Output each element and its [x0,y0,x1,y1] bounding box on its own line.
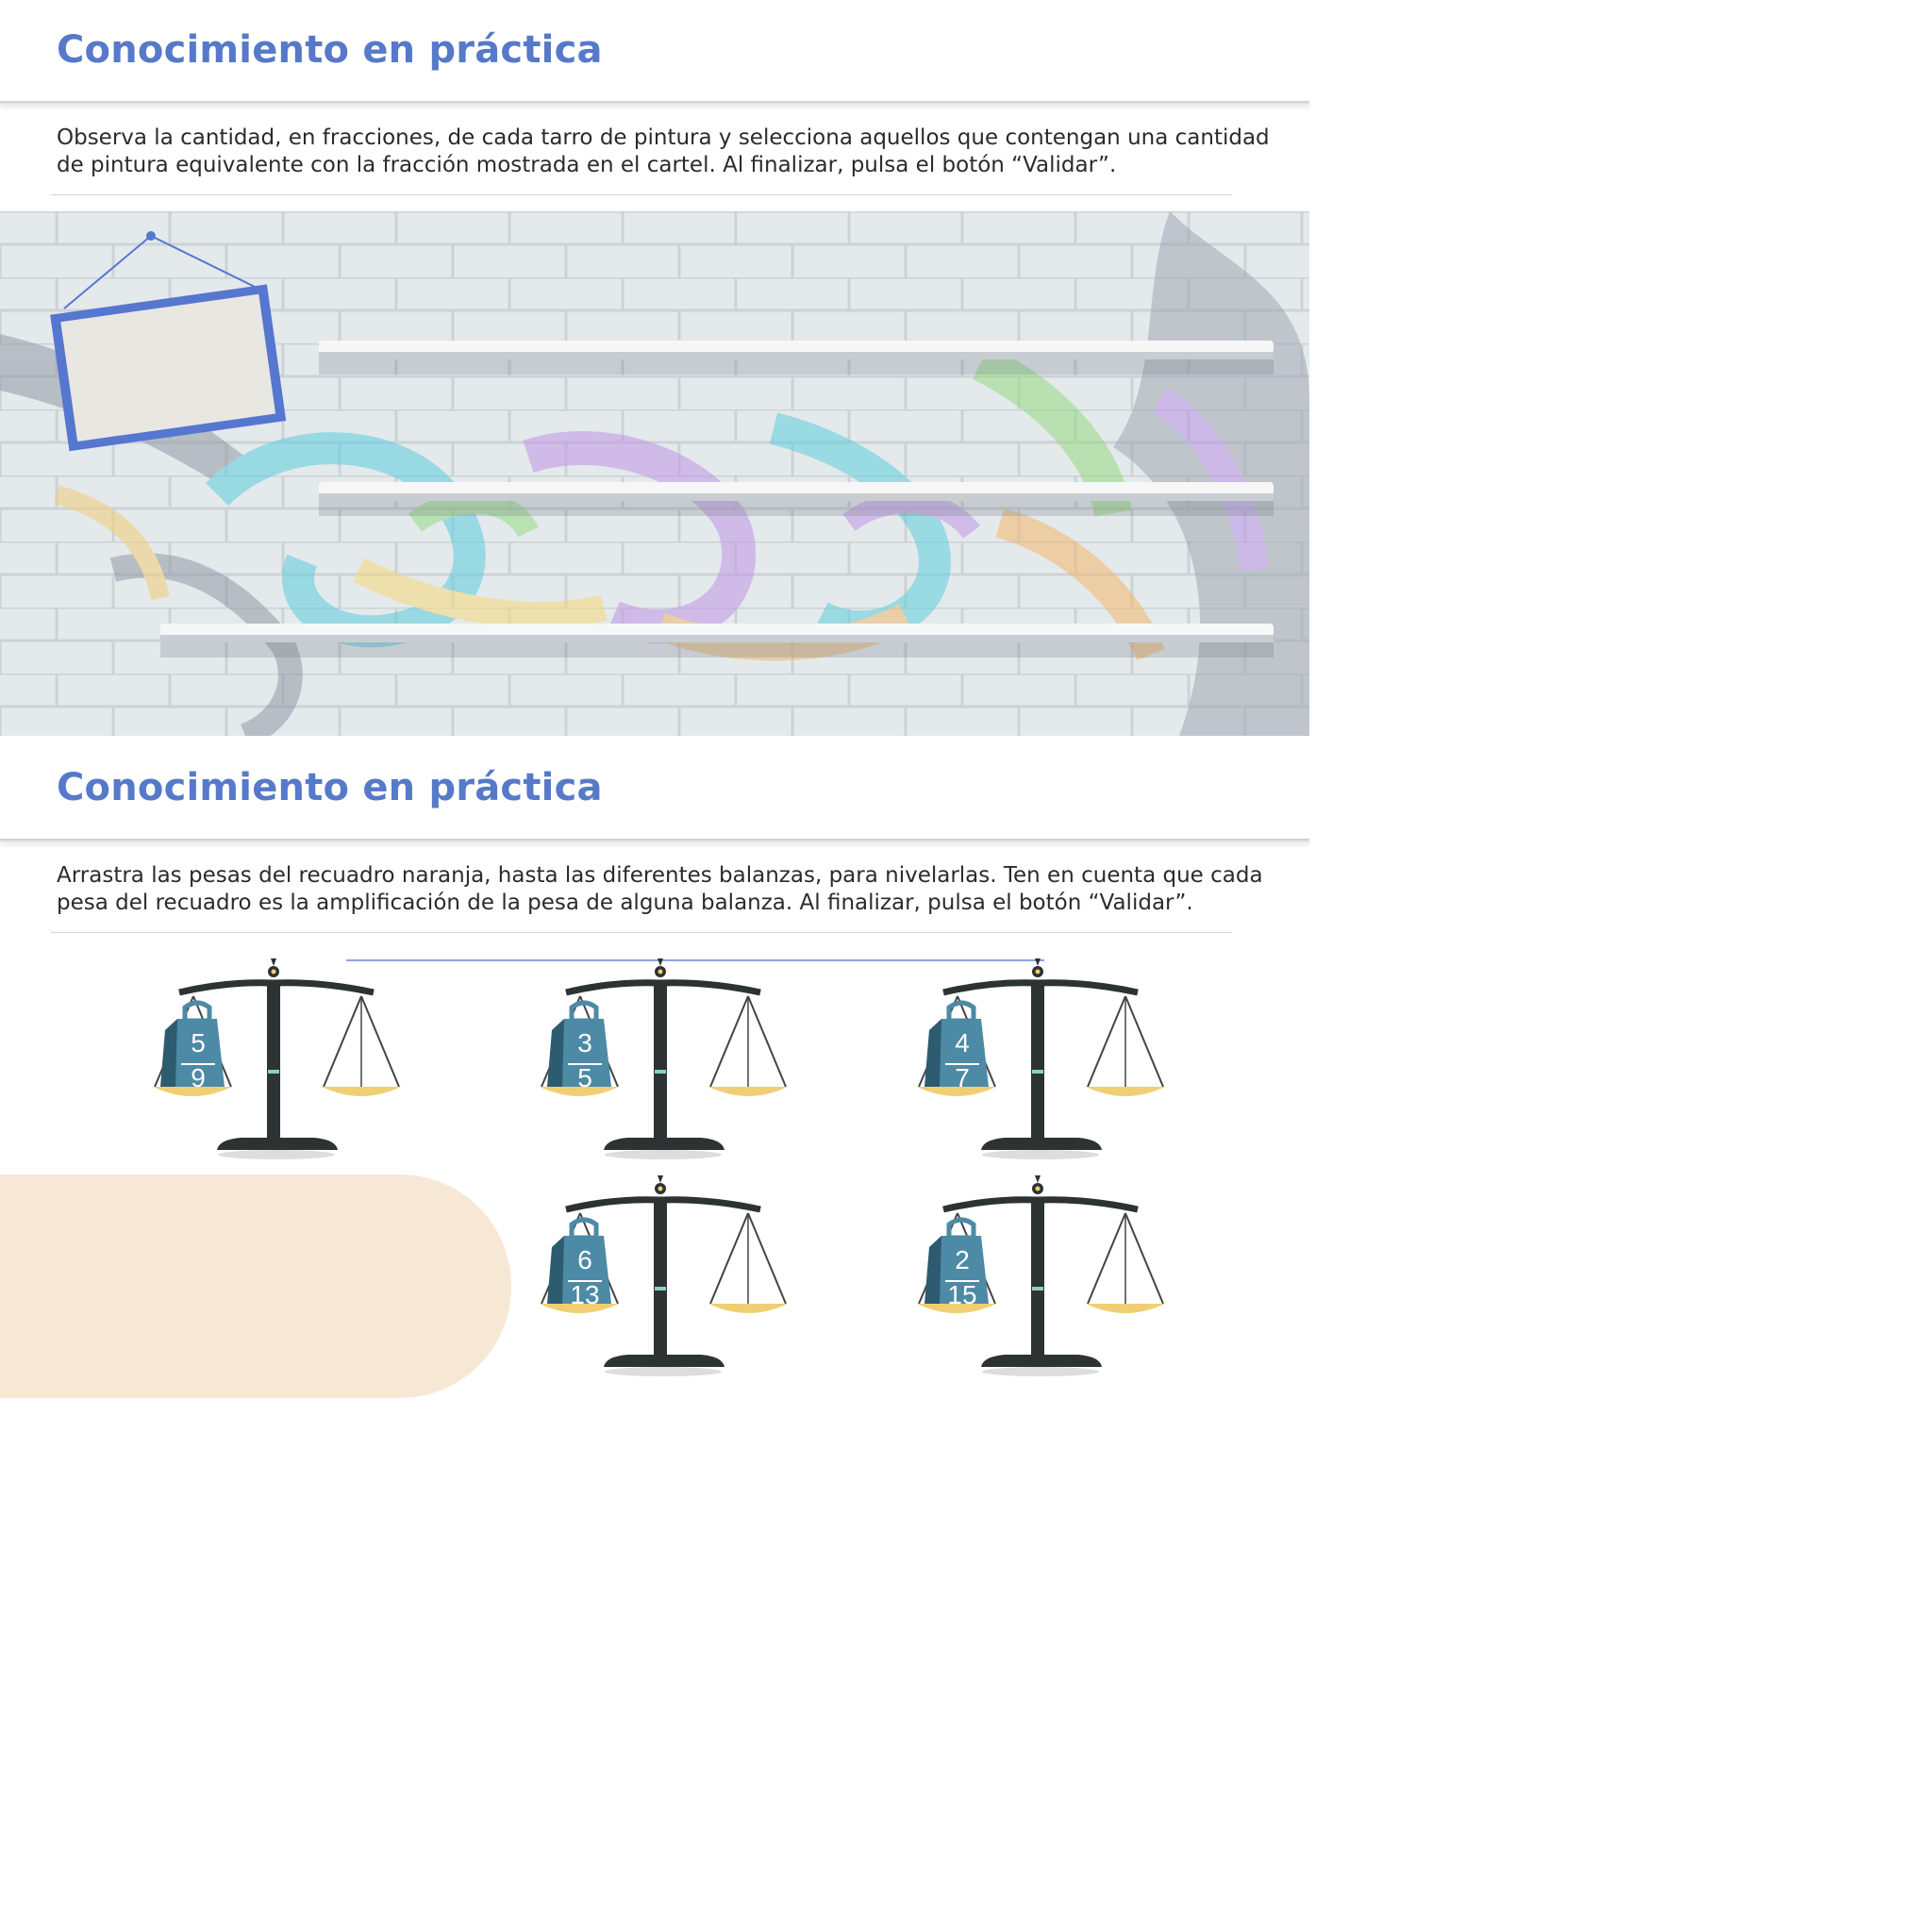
shelf-middle-board [319,482,1274,516]
shelf-bottom-board [160,624,1274,658]
shelf-top[interactable] [319,341,1274,382]
weight-denominator: 15 [947,1280,977,1309]
balance-scale[interactable]: 2 15 [915,1172,1170,1379]
weight-numerator: 4 [955,1028,970,1058]
weight-numerator: 2 [955,1245,970,1274]
balance-scale-graphic [917,958,1165,1159]
activity2-instructions: Arrastra las pesas del recuadro naranja,… [57,863,1263,915]
balance-scale-graphic [540,1175,788,1376]
activity1-title: Conocimiento en práctica [57,28,603,72]
graffiti-wall-scene [0,211,1309,736]
weight-numerator: 3 [577,1028,592,1058]
shelf-top-board [319,341,1274,375]
balance-scale[interactable]: 3 5 [538,955,792,1162]
weights-tray[interactable] [0,1174,511,1398]
instructions-divider [51,194,1232,195]
weight-denominator: 13 [570,1280,600,1309]
weight-denominator: 9 [191,1063,206,1092]
sign-fraction-text [75,315,264,419]
shelf-middle[interactable] [319,482,1274,524]
balance-scale[interactable]: 4 7 [915,955,1170,1162]
weight-numerator: 5 [191,1028,206,1058]
weight-denominator: 7 [955,1063,970,1092]
shelf-bottom[interactable] [160,624,1274,665]
title-divider [0,839,1309,842]
weight-numerator: 6 [577,1245,592,1274]
weight-denominator: 5 [577,1063,592,1092]
balance-scale-graphic [153,958,401,1159]
balance-scale[interactable]: 6 13 [538,1172,792,1379]
instructions-divider [51,932,1232,933]
activity2-title: Conocimiento en práctica [57,766,603,809]
balance-scale[interactable]: 5 9 [151,955,406,1162]
balance-scale-graphic [540,958,788,1159]
title-divider [0,101,1309,105]
activity1-instructions: Observa la cantidad, en fracciones, de c… [57,125,1270,177]
balance-scale-graphic [917,1175,1165,1376]
